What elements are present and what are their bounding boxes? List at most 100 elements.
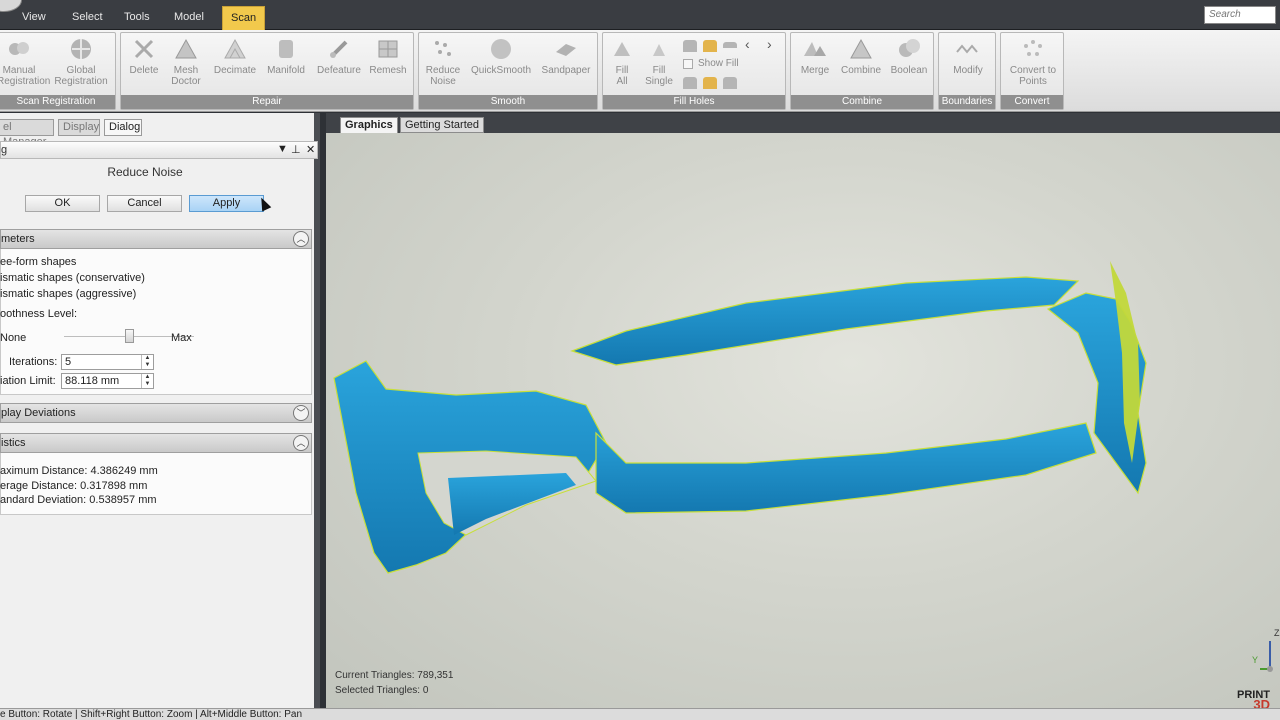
average-distance-text: erage Distance: 0.317898 mm [0, 480, 148, 492]
manifold-button[interactable]: Manifold [263, 36, 309, 76]
display-deviations-label: play Deviations [1, 407, 76, 419]
delete-label: Delete [129, 65, 159, 76]
combine-button[interactable]: Combine [837, 36, 885, 76]
group-boundaries: Modify Boundaries [938, 32, 996, 110]
reduce-noise-button[interactable]: Reduce Noise [423, 36, 463, 87]
menu-scan[interactable]: Scan [222, 6, 266, 30]
fill-single-icon [653, 44, 665, 56]
menu-model[interactable]: Model [166, 7, 212, 27]
sandpaper-button[interactable]: Sandpaper [539, 36, 593, 76]
convert-to-points-button[interactable]: Convert to Points [1003, 36, 1063, 87]
tab-model-manager[interactable]: el Manager [0, 119, 54, 148]
dialog-title-bar: g ▼ ⊥ ✕ [0, 141, 318, 159]
parameters-header[interactable]: meters ︿ [0, 229, 312, 249]
menu-tools[interactable]: Tools [116, 7, 158, 27]
graphics-canvas[interactable]: Current Triangles: 789,351 Selected Tria… [326, 133, 1280, 708]
option-prismatic-conservative[interactable]: ismatic shapes (conservative) [0, 272, 145, 284]
bumper-mesh-model[interactable] [326, 133, 1280, 708]
group-title-boundaries: Boundaries [939, 95, 995, 109]
menu-view[interactable]: View [14, 7, 54, 27]
fill-shape-tangent-icon[interactable] [723, 42, 737, 48]
fill-mode-b-icon[interactable] [703, 77, 717, 89]
collapse-up-icon[interactable]: ︿ [293, 231, 309, 247]
modify-icon [956, 44, 978, 54]
global-registration-label: Global Registration [54, 65, 108, 87]
collapse-up-icon-statistics[interactable]: ︿ [293, 435, 309, 451]
deviation-spinner-icon[interactable]: ▲ ▼ [141, 374, 153, 388]
show-fill-checkbox[interactable] [683, 59, 693, 69]
global-registration-button[interactable]: Global Registration [53, 36, 109, 87]
deviation-limit-field[interactable]: 88.118 mm ▲ ▼ [61, 373, 154, 389]
sandpaper-label: Sandpaper [541, 65, 591, 76]
smoothness-slider-thumb[interactable] [125, 329, 134, 343]
delete-button[interactable]: Delete [125, 36, 163, 76]
mesh-doctor-button[interactable]: Mesh Doctor [167, 36, 205, 87]
group-title-smooth: Smooth [419, 95, 597, 109]
left-panel: el Manager Display Dialog g ▼ ⊥ ✕ Reduce… [0, 113, 320, 708]
display-deviations-header[interactable]: play Deviations ﹀ [0, 403, 312, 423]
fill-mode-a-icon[interactable] [683, 77, 697, 89]
manual-registration-button[interactable]: Manual Registration [0, 36, 50, 87]
group-convert: Convert to Points Convert [1000, 32, 1064, 110]
fill-all-icon [614, 42, 630, 56]
fog-light-insert [448, 473, 576, 535]
tab-dialog[interactable]: Dialog [104, 119, 142, 136]
dialog-title: g [1, 144, 8, 156]
decimate-label: Decimate [213, 65, 257, 76]
global-registration-icon [71, 39, 91, 59]
defeature-button[interactable]: Defeature [315, 36, 363, 76]
next-hole-icon[interactable]: › [767, 36, 772, 52]
previous-hole-icon[interactable]: ‹ [745, 36, 750, 52]
defeature-icon [330, 40, 348, 58]
menu-bar: View Select Tools Model Scan Search [0, 0, 1280, 30]
tab-getting-started[interactable]: Getting Started [400, 117, 484, 133]
boolean-button[interactable]: Boolean [887, 36, 931, 76]
fill-single-label: Fill Single [645, 65, 673, 87]
tab-graphics[interactable]: Graphics [340, 117, 398, 133]
mesh-doctor-label: Mesh Doctor [171, 65, 201, 87]
statistics-header[interactable]: istics ︿ [0, 433, 312, 453]
search-input[interactable]: Search [1204, 6, 1276, 24]
delete-icon [134, 39, 154, 59]
parameters-body [0, 249, 312, 395]
fill-all-button[interactable]: Fill All [607, 36, 637, 87]
remesh-label: Remesh [369, 65, 407, 76]
group-title-scan-registration: Scan Registration [0, 95, 115, 109]
pin-icon[interactable]: ⊥ [291, 143, 301, 156]
modify-button[interactable]: Modify [943, 36, 993, 76]
fill-mode-c-icon[interactable] [723, 77, 737, 89]
viewport-tabs: Graphics Getting Started [326, 113, 1280, 133]
tab-display[interactable]: Display [58, 119, 100, 136]
manifold-icon [279, 40, 293, 58]
bumper-upper-bar [570, 276, 1080, 366]
fill-shape-curved-icon[interactable] [703, 40, 717, 52]
fill-shape-flat-icon[interactable] [683, 40, 697, 52]
merge-button[interactable]: Merge [795, 36, 835, 76]
remesh-button[interactable]: Remesh [367, 36, 409, 76]
dropdown-icon[interactable]: ▼ [277, 143, 288, 155]
sandpaper-icon [556, 44, 576, 56]
ok-button[interactable]: OK [25, 195, 100, 212]
menu-select[interactable]: Select [64, 7, 111, 27]
remesh-icon [378, 40, 398, 58]
quicksmooth-button[interactable]: QuickSmooth [469, 36, 533, 76]
fill-single-button[interactable]: Fill Single [641, 36, 677, 87]
apply-button[interactable]: Apply [189, 195, 264, 212]
option-prismatic-aggressive[interactable]: ismatic shapes (aggressive) [0, 288, 136, 300]
decimate-button[interactable]: Decimate [213, 36, 257, 76]
manifold-label: Manifold [267, 65, 305, 76]
option-free-form[interactable]: ee-form shapes [0, 256, 76, 268]
group-title-convert: Convert [1001, 95, 1063, 109]
max-distance-text: aximum Distance: 4.386249 mm [0, 465, 158, 477]
cancel-button[interactable]: Cancel [107, 195, 182, 212]
convert-to-points-icon [1024, 40, 1042, 56]
iterations-field[interactable]: 5 ▲ ▼ [61, 354, 154, 370]
iterations-value: 5 [65, 356, 72, 368]
statistics-header-label: istics [1, 437, 26, 449]
reduce-noise-icon [435, 41, 451, 56]
close-icon[interactable]: ✕ [306, 143, 315, 156]
expand-down-icon[interactable]: ﹀ [293, 405, 309, 421]
iterations-spinner-icon[interactable]: ▲ ▼ [141, 355, 153, 369]
bumper-lower-bar [595, 422, 1097, 514]
std-deviation-text: andard Deviation: 0.538957 mm [0, 494, 157, 506]
